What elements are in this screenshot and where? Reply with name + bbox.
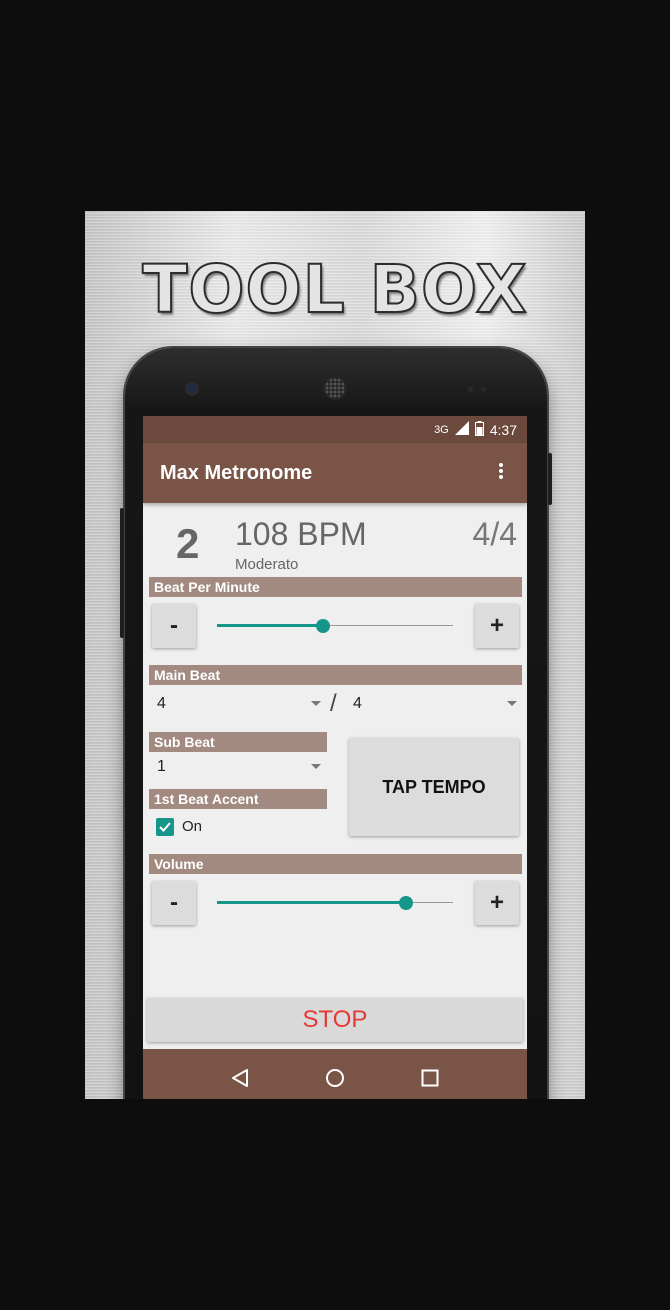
stop-button[interactable]: STOP [147, 998, 523, 1042]
main-beat-numerator-select[interactable]: 4 [157, 689, 321, 719]
volume-slider[interactable] [217, 893, 453, 913]
more-vert-icon[interactable] [491, 462, 511, 484]
volume-label: Volume [149, 854, 522, 874]
accent-checkbox-label: On [182, 818, 203, 835]
signal-icon [454, 421, 469, 438]
main-beat-label: Main Beat [149, 665, 522, 685]
chevron-down-icon [311, 764, 321, 769]
volume-minus-button[interactable]: - [152, 881, 196, 925]
bpm-slider-thumb[interactable] [316, 619, 331, 633]
network-type: 3G [434, 423, 449, 436]
promo-background: TOOL BOX 3G 4:37 Max Metronome 2 108 BPM… [85, 211, 585, 1099]
back-triangle-icon[interactable] [220, 1058, 260, 1098]
front-camera [187, 384, 197, 394]
accent-checkbox[interactable] [156, 818, 174, 836]
accent-label: 1st Beat Accent [149, 789, 327, 809]
volume-slider-thumb[interactable] [398, 896, 413, 910]
recents-square-icon[interactable] [410, 1058, 450, 1098]
status-bar: 3G 4:37 [143, 416, 527, 443]
earpiece-speaker [325, 378, 345, 398]
bpm-minus-button[interactable]: - [152, 604, 196, 648]
app-bar: Max Metronome [143, 443, 527, 503]
tempo-name: Moderato [235, 556, 299, 573]
check-icon [159, 822, 171, 832]
proximity-sensor [468, 387, 473, 392]
bpm-plus-button[interactable]: + [475, 604, 519, 648]
clock: 4:37 [489, 421, 517, 438]
bpm-section-label: Beat Per Minute [149, 577, 522, 597]
battery-icon [474, 420, 484, 439]
volume-plus-button[interactable]: + [475, 881, 519, 925]
power-button [548, 453, 552, 505]
navigation-bar [143, 1049, 527, 1099]
sub-beat-select[interactable]: 1 [157, 752, 321, 782]
promo-title: TOOL BOX [141, 250, 528, 329]
home-circle-icon[interactable] [315, 1058, 355, 1098]
current-beat-number: 2 [176, 520, 200, 567]
main-beat-denominator-value: 4 [353, 695, 362, 712]
light-sensor [481, 387, 486, 392]
main-beat-denominator-select[interactable]: 4 [353, 689, 517, 719]
volume-rocker [120, 508, 124, 638]
chevron-down-icon [507, 701, 517, 706]
app-screen: 3G 4:37 Max Metronome 2 108 BPM Moderato… [143, 416, 527, 1099]
bpm-display: 108 BPM [235, 516, 367, 552]
tempo-header: 2 108 BPM Moderato 4/4 [143, 506, 527, 576]
sub-beat-label: Sub Beat [149, 732, 327, 752]
time-signature-separator: / [330, 690, 337, 717]
app-title: Max Metronome [160, 461, 313, 484]
volume-slider-fill [217, 901, 406, 904]
time-signature-display: 4/4 [472, 516, 517, 552]
bpm-slider-fill [217, 624, 324, 627]
main-beat-numerator-value: 4 [157, 695, 166, 712]
sub-beat-value: 1 [157, 758, 166, 775]
chevron-down-icon [311, 701, 321, 706]
bpm-slider[interactable] [217, 616, 453, 636]
tap-tempo-button[interactable]: TAP TEMPO [349, 738, 519, 836]
